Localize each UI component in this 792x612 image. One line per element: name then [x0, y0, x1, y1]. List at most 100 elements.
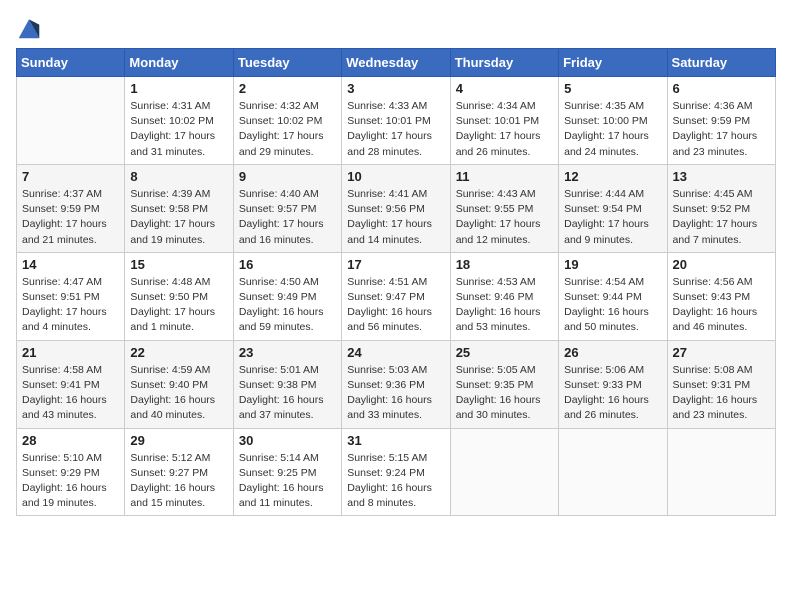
calendar-table: SundayMondayTuesdayWednesdayThursdayFrid… [16, 48, 776, 516]
day-cell: 21 Sunrise: 4:58 AM Sunset: 9:41 PM Dayli… [17, 340, 125, 428]
day-number: 8 [130, 169, 227, 184]
day-info: Sunrise: 4:58 AM Sunset: 9:41 PM Dayligh… [22, 363, 119, 424]
day-number: 13 [673, 169, 770, 184]
day-info: Sunrise: 4:47 AM Sunset: 9:51 PM Dayligh… [22, 275, 119, 336]
day-cell: 12Sunrise: 4:44 AM Sunset: 9:54 PM Dayli… [559, 164, 667, 252]
week-row-5: 28 Sunrise: 5:10 AM Sunset: 9:29 PM Dayli… [17, 428, 776, 516]
day-cell: 16Sunrise: 4:50 AM Sunset: 9:49 PM Dayli… [233, 252, 341, 340]
day-cell: 8 Sunrise: 4:39 AM Sunset: 9:58 PM Daylig… [125, 164, 233, 252]
day-number: 19 [564, 257, 661, 272]
day-number: 9 [239, 169, 336, 184]
day-info: Sunrise: 5:10 AM Sunset: 9:29 PM Dayligh… [22, 451, 119, 512]
day-cell: 1Sunrise: 4:31 AM Sunset: 10:02 PM Dayli… [125, 77, 233, 165]
day-cell: 25 Sunrise: 5:05 AM Sunset: 9:35 PM Dayli… [450, 340, 558, 428]
day-number: 10 [347, 169, 444, 184]
day-cell: 31 Sunrise: 5:15 AM Sunset: 9:24 PM Dayli… [342, 428, 450, 516]
day-info: Sunrise: 5:01 AM Sunset: 9:38 PM Dayligh… [239, 363, 336, 424]
page-header [16, 16, 776, 40]
day-info: Sunrise: 4:59 AM Sunset: 9:40 PM Dayligh… [130, 363, 227, 424]
day-cell: 9Sunrise: 4:40 AM Sunset: 9:57 PM Daylig… [233, 164, 341, 252]
day-info: Sunrise: 5:12 AM Sunset: 9:27 PM Dayligh… [130, 451, 227, 512]
day-number: 17 [347, 257, 444, 272]
day-cell: 10 Sunrise: 4:41 AM Sunset: 9:56 PM Dayli… [342, 164, 450, 252]
day-number: 26 [564, 345, 661, 360]
day-number: 1 [130, 81, 227, 96]
day-cell: 6 Sunrise: 4:36 AM Sunset: 9:59 PM Daylig… [667, 77, 775, 165]
week-row-1: 1Sunrise: 4:31 AM Sunset: 10:02 PM Dayli… [17, 77, 776, 165]
day-info: Sunrise: 4:54 AM Sunset: 9:44 PM Dayligh… [564, 275, 661, 336]
day-number: 18 [456, 257, 553, 272]
day-cell [17, 77, 125, 165]
logo [16, 16, 41, 40]
day-number: 12 [564, 169, 661, 184]
day-info: Sunrise: 5:08 AM Sunset: 9:31 PM Dayligh… [673, 363, 770, 424]
day-number: 30 [239, 433, 336, 448]
day-number: 28 [22, 433, 119, 448]
day-cell: 17 Sunrise: 4:51 AM Sunset: 9:47 PM Dayli… [342, 252, 450, 340]
day-number: 7 [22, 169, 119, 184]
day-header-thursday: Thursday [450, 49, 558, 77]
day-info: Sunrise: 4:36 AM Sunset: 9:59 PM Dayligh… [673, 99, 770, 160]
day-cell: 2Sunrise: 4:32 AM Sunset: 10:02 PM Dayli… [233, 77, 341, 165]
day-info: Sunrise: 4:33 AM Sunset: 10:01 PM Daylig… [347, 99, 444, 160]
day-cell: 19 Sunrise: 4:54 AM Sunset: 9:44 PM Dayli… [559, 252, 667, 340]
week-row-4: 21 Sunrise: 4:58 AM Sunset: 9:41 PM Dayli… [17, 340, 776, 428]
day-info: Sunrise: 5:14 AM Sunset: 9:25 PM Dayligh… [239, 451, 336, 512]
day-cell [559, 428, 667, 516]
day-header-tuesday: Tuesday [233, 49, 341, 77]
day-info: Sunrise: 4:45 AM Sunset: 9:52 PM Dayligh… [673, 187, 770, 248]
day-number: 3 [347, 81, 444, 96]
day-cell: 11 Sunrise: 4:43 AM Sunset: 9:55 PM Dayli… [450, 164, 558, 252]
day-cell: 18 Sunrise: 4:53 AM Sunset: 9:46 PM Dayli… [450, 252, 558, 340]
day-info: Sunrise: 4:39 AM Sunset: 9:58 PM Dayligh… [130, 187, 227, 248]
day-header-saturday: Saturday [667, 49, 775, 77]
day-cell: 14 Sunrise: 4:47 AM Sunset: 9:51 PM Dayli… [17, 252, 125, 340]
day-info: Sunrise: 5:05 AM Sunset: 9:35 PM Dayligh… [456, 363, 553, 424]
logo-text [16, 16, 41, 40]
day-cell: 27 Sunrise: 5:08 AM Sunset: 9:31 PM Dayli… [667, 340, 775, 428]
day-cell: 20Sunrise: 4:56 AM Sunset: 9:43 PM Dayli… [667, 252, 775, 340]
day-number: 5 [564, 81, 661, 96]
day-info: Sunrise: 4:34 AM Sunset: 10:01 PM Daylig… [456, 99, 553, 160]
day-cell: 29Sunrise: 5:12 AM Sunset: 9:27 PM Dayli… [125, 428, 233, 516]
day-cell: 7Sunrise: 4:37 AM Sunset: 9:59 PM Daylig… [17, 164, 125, 252]
day-cell: 15 Sunrise: 4:48 AM Sunset: 9:50 PM Dayli… [125, 252, 233, 340]
day-info: Sunrise: 4:41 AM Sunset: 9:56 PM Dayligh… [347, 187, 444, 248]
day-cell: 23Sunrise: 5:01 AM Sunset: 9:38 PM Dayli… [233, 340, 341, 428]
day-number: 27 [673, 345, 770, 360]
day-number: 6 [673, 81, 770, 96]
day-number: 31 [347, 433, 444, 448]
day-number: 22 [130, 345, 227, 360]
day-cell: 30 Sunrise: 5:14 AM Sunset: 9:25 PM Dayli… [233, 428, 341, 516]
day-cell: 3 Sunrise: 4:33 AM Sunset: 10:01 PM Dayli… [342, 77, 450, 165]
day-number: 2 [239, 81, 336, 96]
day-header-wednesday: Wednesday [342, 49, 450, 77]
day-info: Sunrise: 4:53 AM Sunset: 9:46 PM Dayligh… [456, 275, 553, 336]
header-row: SundayMondayTuesdayWednesdayThursdayFrid… [17, 49, 776, 77]
day-number: 15 [130, 257, 227, 272]
day-number: 11 [456, 169, 553, 184]
day-header-sunday: Sunday [17, 49, 125, 77]
day-info: Sunrise: 4:51 AM Sunset: 9:47 PM Dayligh… [347, 275, 444, 336]
day-cell: 5Sunrise: 4:35 AM Sunset: 10:00 PM Dayli… [559, 77, 667, 165]
day-number: 14 [22, 257, 119, 272]
day-number: 20 [673, 257, 770, 272]
day-info: Sunrise: 4:50 AM Sunset: 9:49 PM Dayligh… [239, 275, 336, 336]
day-cell: 26 Sunrise: 5:06 AM Sunset: 9:33 PM Dayli… [559, 340, 667, 428]
day-cell [450, 428, 558, 516]
day-number: 24 [347, 345, 444, 360]
day-cell: 28 Sunrise: 5:10 AM Sunset: 9:29 PM Dayli… [17, 428, 125, 516]
day-info: Sunrise: 5:06 AM Sunset: 9:33 PM Dayligh… [564, 363, 661, 424]
day-number: 25 [456, 345, 553, 360]
day-header-monday: Monday [125, 49, 233, 77]
day-cell [667, 428, 775, 516]
day-info: Sunrise: 5:03 AM Sunset: 9:36 PM Dayligh… [347, 363, 444, 424]
week-row-2: 7Sunrise: 4:37 AM Sunset: 9:59 PM Daylig… [17, 164, 776, 252]
week-row-3: 14 Sunrise: 4:47 AM Sunset: 9:51 PM Dayli… [17, 252, 776, 340]
day-number: 21 [22, 345, 119, 360]
day-info: Sunrise: 4:48 AM Sunset: 9:50 PM Dayligh… [130, 275, 227, 336]
day-cell: 4Sunrise: 4:34 AM Sunset: 10:01 PM Dayli… [450, 77, 558, 165]
day-info: Sunrise: 4:43 AM Sunset: 9:55 PM Dayligh… [456, 187, 553, 248]
day-info: Sunrise: 5:15 AM Sunset: 9:24 PM Dayligh… [347, 451, 444, 512]
day-cell: 22 Sunrise: 4:59 AM Sunset: 9:40 PM Dayli… [125, 340, 233, 428]
